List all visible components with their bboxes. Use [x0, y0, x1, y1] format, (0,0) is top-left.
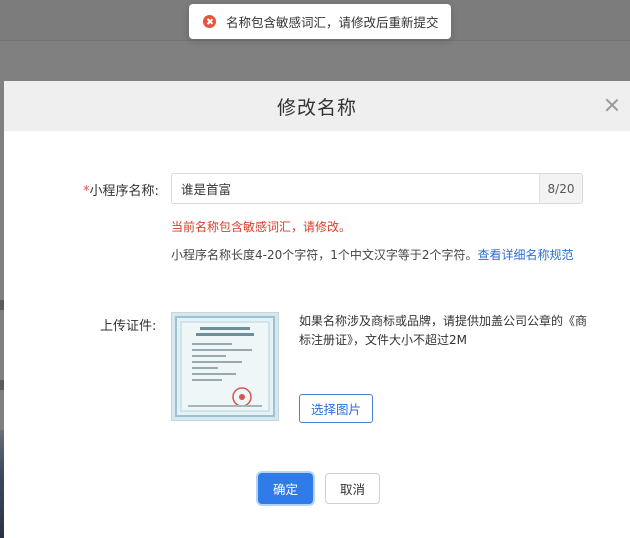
- name-input[interactable]: [172, 174, 539, 203]
- confirm-button[interactable]: 确定: [258, 473, 313, 504]
- close-icon[interactable]: [605, 98, 619, 112]
- naming-rules-link[interactable]: 查看详细名称规范: [478, 248, 574, 262]
- name-field-label: *小程序名称:: [83, 180, 159, 199]
- name-hint: 小程序名称长度4-20个字符，1个中文汉字等于2个字符。查看详细名称规范: [171, 246, 574, 263]
- toast-message: 名称包含敏感词汇，请修改后重新提交: [226, 15, 439, 30]
- name-input-group: 8/20: [171, 173, 583, 204]
- select-image-button[interactable]: 选择图片: [299, 394, 373, 423]
- upload-field-label: 上传证件:: [100, 319, 157, 334]
- dialog-title: 修改名称: [276, 96, 357, 119]
- name-hint-text: 小程序名称长度4-20个字符，1个中文汉字等于2个字符。: [171, 248, 478, 262]
- char-counter: 8/20: [539, 174, 582, 203]
- cancel-button[interactable]: 取消: [325, 473, 380, 504]
- error-toast: 名称包含敏感词汇，请修改后重新提交: [189, 4, 451, 39]
- dialog-header: 修改名称: [4, 81, 630, 131]
- certificate-image: [172, 313, 278, 420]
- error-circle-icon: [203, 15, 216, 28]
- name-error-message: 当前名称包含敏感词汇，请修改。: [171, 220, 352, 234]
- upload-description: 如果名称涉及商标或品牌，请提供加盖公司公章的《商标注册证》，文件大小不超过2M: [299, 314, 588, 347]
- rename-dialog: 修改名称 *小程序名称: 8/20 当前名称包含敏感词汇，请修改。 小程序名称长…: [4, 81, 630, 538]
- certificate-thumbnail: [171, 312, 279, 421]
- name-label-text: 小程序名称:: [89, 184, 159, 199]
